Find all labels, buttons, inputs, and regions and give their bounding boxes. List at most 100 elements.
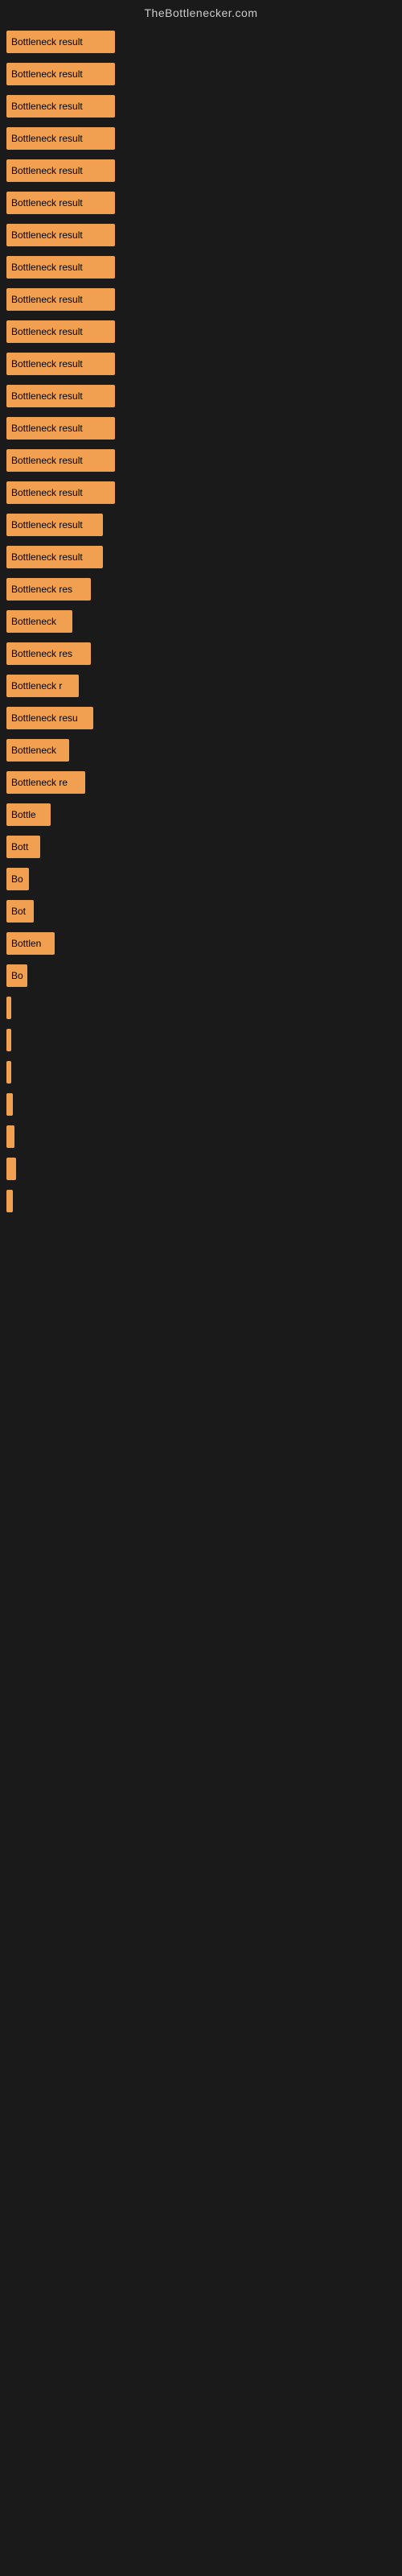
bar-label: Bottleneck result — [11, 326, 83, 337]
bar-label: Bottleneck — [11, 745, 56, 756]
bottleneck-bar: Bottleneck result — [6, 192, 115, 214]
bar-row: Bottleneck — [6, 610, 402, 633]
bar-row: Bottleneck res — [6, 578, 402, 601]
bottleneck-bar — [6, 1029, 11, 1051]
bar-row: Bottleneck resu — [6, 707, 402, 729]
bar-label: Bottleneck result — [11, 133, 83, 144]
bar-row: Bo — [6, 964, 402, 987]
bottleneck-bar — [6, 1158, 16, 1180]
bar-label: Bo — [11, 970, 23, 981]
bar-row: Bottleneck result — [6, 449, 402, 472]
bar-row: Bott — [6, 836, 402, 858]
bar-row: Bo — [6, 868, 402, 890]
bar-row: Bottleneck r — [6, 675, 402, 697]
site-header: TheBottlenecker.com — [0, 0, 402, 23]
bars-container: Bottleneck result Bottleneck result Bottle… — [0, 23, 402, 1212]
bottleneck-bar: Bottle — [6, 803, 51, 826]
bar-label: Bottleneck result — [11, 455, 83, 466]
bar-row: Bottleneck result — [6, 127, 402, 150]
bottleneck-bar: Bot — [6, 900, 34, 923]
bar-label: Bottleneck result — [11, 294, 83, 305]
bar-label: Bottleneck result — [11, 197, 83, 208]
bar-label: Bottleneck — [11, 616, 56, 627]
bottleneck-bar — [6, 1061, 11, 1084]
bar-row: Bottleneck result — [6, 256, 402, 279]
bottleneck-bar: Bottleneck — [6, 610, 72, 633]
bottleneck-bar: Bottleneck result — [6, 546, 103, 568]
bottleneck-bar: Bottleneck re — [6, 771, 85, 794]
bar-label: Bottleneck res — [11, 648, 72, 659]
bar-row: Bottleneck res — [6, 642, 402, 665]
bar-label: Bottleneck result — [11, 165, 83, 176]
bottleneck-bar: Bottleneck result — [6, 385, 115, 407]
bar-row: Bottleneck result — [6, 31, 402, 53]
bottleneck-bar: Bottleneck result — [6, 417, 115, 440]
site-title: TheBottlenecker.com — [144, 6, 257, 19]
bottleneck-bar: Bottleneck result — [6, 514, 103, 536]
bar-row — [6, 1061, 402, 1084]
bar-row: Bottleneck result — [6, 546, 402, 568]
bar-row: Bottleneck result — [6, 514, 402, 536]
bar-row: Bottleneck result — [6, 353, 402, 375]
bar-row: Bottle — [6, 803, 402, 826]
bottleneck-bar: Bottleneck result — [6, 63, 115, 85]
bar-row — [6, 1093, 402, 1116]
bottleneck-bar: Bottleneck result — [6, 320, 115, 343]
bar-row — [6, 1190, 402, 1212]
bar-row: Bottleneck result — [6, 159, 402, 182]
bar-row: Bottleneck — [6, 739, 402, 762]
bar-label: Bottleneck result — [11, 101, 83, 112]
bar-label: Bo — [11, 873, 23, 885]
bar-row: Bottleneck result — [6, 481, 402, 504]
bar-label: Bottleneck result — [11, 487, 83, 498]
bottleneck-bar: Bottleneck result — [6, 288, 115, 311]
bar-label: Bottlen — [11, 938, 41, 949]
bar-label: Bott — [11, 841, 28, 852]
bottleneck-bar: Bottlen — [6, 932, 55, 955]
bottleneck-bar: Bo — [6, 964, 27, 987]
bottleneck-bar: Bottleneck result — [6, 224, 115, 246]
bar-label: Bottleneck result — [11, 229, 83, 241]
bottleneck-bar: Bottleneck result — [6, 353, 115, 375]
bar-label: Bot — [11, 906, 26, 917]
bottleneck-bar: Bottleneck — [6, 739, 69, 762]
bar-label: Bottleneck result — [11, 390, 83, 402]
bar-row — [6, 1158, 402, 1180]
bar-row: Bottleneck result — [6, 224, 402, 246]
bar-row: Bottleneck result — [6, 288, 402, 311]
bar-label: Bottleneck resu — [11, 712, 78, 724]
bottleneck-bar: Bottleneck result — [6, 481, 115, 504]
bottleneck-bar: Bottleneck result — [6, 159, 115, 182]
bar-label: Bottleneck result — [11, 551, 83, 563]
bottleneck-bar: Bottleneck res — [6, 578, 91, 601]
bar-label: Bottleneck result — [11, 519, 83, 530]
bar-row — [6, 1125, 402, 1148]
bar-row: Bottleneck re — [6, 771, 402, 794]
bottleneck-bar: Bottleneck result — [6, 449, 115, 472]
bar-label: Bottleneck result — [11, 262, 83, 273]
bar-row — [6, 1029, 402, 1051]
bottleneck-bar: Bott — [6, 836, 40, 858]
bottleneck-bar: Bottleneck result — [6, 127, 115, 150]
bar-label: Bottleneck result — [11, 358, 83, 369]
bottleneck-bar: Bo — [6, 868, 29, 890]
bottleneck-bar: Bottleneck resu — [6, 707, 93, 729]
bottleneck-bar: Bottleneck result — [6, 256, 115, 279]
bar-row: Bottleneck result — [6, 320, 402, 343]
bar-row: Bottleneck result — [6, 417, 402, 440]
bottleneck-bar — [6, 1093, 13, 1116]
bar-row: Bottleneck result — [6, 63, 402, 85]
bar-row — [6, 997, 402, 1019]
bottleneck-bar: Bottleneck res — [6, 642, 91, 665]
bar-label: Bottleneck result — [11, 36, 83, 47]
bottleneck-bar — [6, 1190, 13, 1212]
bar-row: Bottlen — [6, 932, 402, 955]
bar-label: Bottleneck r — [11, 680, 62, 691]
bar-label: Bottleneck res — [11, 584, 72, 595]
bar-row: Bot — [6, 900, 402, 923]
bottleneck-bar: Bottleneck r — [6, 675, 79, 697]
bar-label: Bottle — [11, 809, 36, 820]
bar-label: Bottleneck re — [11, 777, 68, 788]
bar-row: Bottleneck result — [6, 95, 402, 118]
bar-label: Bottleneck result — [11, 423, 83, 434]
